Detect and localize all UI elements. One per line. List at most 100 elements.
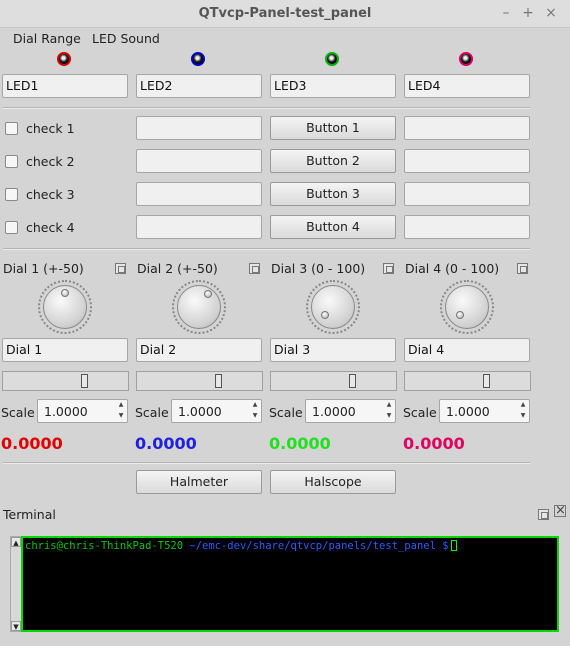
dial-1-indicator <box>61 289 69 297</box>
separator <box>3 248 530 250</box>
text-field-1a[interactable] <box>136 116 262 140</box>
menu-dial-range[interactable]: Dial Range <box>13 31 81 46</box>
dial-3-scale-value: 1.0000 <box>312 404 356 419</box>
dial-4-scale-label: Scale <box>403 405 437 420</box>
checkbox-4[interactable] <box>5 221 18 234</box>
dial-3-scale-spinbox[interactable]: 1.0000 ▲ ▼ <box>305 399 396 423</box>
window-title: QTvcp-Panel-test_panel <box>198 6 372 21</box>
dial-4-field[interactable]: Dial 4 <box>404 338 530 362</box>
check-3-label: check 3 <box>26 187 75 202</box>
dial-2-scale-label: Scale <box>135 405 169 420</box>
text-field-3a[interactable] <box>136 182 262 206</box>
dial-4-indicator <box>456 311 464 319</box>
dial-1-scale-value: 1.0000 <box>44 404 88 419</box>
dial-4-scale-value: 1.0000 <box>446 404 490 419</box>
dial-2-field[interactable]: Dial 2 <box>136 338 262 362</box>
dial-4-value: 0.0000 <box>403 434 465 453</box>
float-icon[interactable] <box>538 509 549 520</box>
dial-2-knob[interactable] <box>177 285 221 329</box>
text-field-3b[interactable] <box>404 182 530 206</box>
dial-3-slider[interactable] <box>270 371 397 391</box>
separator <box>3 462 530 464</box>
maximize-icon[interactable]: + <box>520 5 536 21</box>
dial-4-slider[interactable] <box>404 371 531 391</box>
led2-field[interactable]: LED2 <box>136 74 262 98</box>
scroll-down-icon[interactable]: ▼ <box>11 621 21 631</box>
terminal-cursor <box>450 540 457 551</box>
led-3 <box>325 52 339 66</box>
button-3[interactable]: Button 3 <box>270 182 396 206</box>
dial-2-indicator <box>204 290 212 298</box>
dial-3-title: Dial 3 (0 - 100) <box>271 261 366 276</box>
checkbox-1[interactable] <box>5 122 18 135</box>
button-2[interactable]: Button 2 <box>270 149 396 173</box>
dial-2-value: 0.0000 <box>135 434 197 453</box>
dial-2-scale-spinbox[interactable]: 1.0000 ▲ ▼ <box>171 399 262 423</box>
slider-handle[interactable] <box>349 374 356 388</box>
spin-down-icon[interactable]: ▼ <box>251 412 259 419</box>
led4-field[interactable]: LED4 <box>404 74 530 98</box>
check-1-label: check 1 <box>26 121 75 136</box>
text-field-2b[interactable] <box>404 149 530 173</box>
checkbox-3[interactable] <box>5 188 18 201</box>
text-field-1b[interactable] <box>404 116 530 140</box>
button-1[interactable]: Button 1 <box>270 116 396 140</box>
check-2-label: check 2 <box>26 154 75 169</box>
text-field-4b[interactable] <box>404 215 530 239</box>
led-2 <box>191 52 205 66</box>
dial-3-indicator <box>321 311 329 319</box>
dial-2-slider[interactable] <box>136 371 263 391</box>
spin-down-icon[interactable]: ▼ <box>117 412 125 419</box>
float-icon[interactable] <box>383 263 394 274</box>
led3-field[interactable]: LED3 <box>270 74 396 98</box>
dial-4-knob[interactable] <box>445 285 489 329</box>
dial-3-field[interactable]: Dial 3 <box>270 338 396 362</box>
spin-up-icon[interactable]: ▲ <box>117 401 125 408</box>
slider-handle[interactable] <box>215 374 222 388</box>
halmeter-button[interactable]: Halmeter <box>136 470 262 494</box>
dial-1-scale-label: Scale <box>1 405 35 420</box>
led-1 <box>57 52 71 66</box>
slider-handle[interactable] <box>483 374 490 388</box>
halscope-button[interactable]: Halscope <box>270 470 396 494</box>
title-bar: QTvcp-Panel-test_panel – + × <box>0 0 570 28</box>
checkbox-2[interactable] <box>5 155 18 168</box>
text-field-2a[interactable] <box>136 149 262 173</box>
dial-3-scale-label: Scale <box>269 405 303 420</box>
slider-handle[interactable] <box>81 374 88 388</box>
terminal-prompt-path: ~/emc-dev/share/qtvcp/panels/test_panel … <box>189 540 449 552</box>
menu-led-sound[interactable]: LED Sound <box>92 31 160 46</box>
dial-2-title: Dial 2 (+-50) <box>137 261 218 276</box>
spin-up-icon[interactable]: ▲ <box>385 401 393 408</box>
separator <box>3 107 530 109</box>
terminal-view[interactable]: chris@chris-ThinkPad-T520 ~/emc-dev/shar… <box>21 536 559 632</box>
minimize-icon[interactable]: – <box>498 5 514 21</box>
dial-1-title: Dial 1 (+-50) <box>3 261 84 276</box>
close-icon[interactable]: × <box>543 5 559 21</box>
dial-4-scale-spinbox[interactable]: 1.0000 ▲ ▼ <box>439 399 530 423</box>
terminal-title: Terminal <box>3 507 56 522</box>
spin-up-icon[interactable]: ▲ <box>251 401 259 408</box>
spin-down-icon[interactable]: ▼ <box>519 412 527 419</box>
led1-field[interactable]: LED1 <box>2 74 128 98</box>
close-icon[interactable]: × <box>554 504 566 517</box>
scroll-up-icon[interactable]: ▲ <box>11 537 21 547</box>
dial-1-slider[interactable] <box>2 371 129 391</box>
spin-down-icon[interactable]: ▼ <box>385 412 393 419</box>
dial-3-value: 0.0000 <box>269 434 331 453</box>
float-icon[interactable] <box>249 263 260 274</box>
dial-1-value: 0.0000 <box>1 434 63 453</box>
led-4 <box>459 52 473 66</box>
float-icon[interactable] <box>115 263 126 274</box>
dial-1-field[interactable]: Dial 1 <box>2 338 128 362</box>
dial-1-scale-spinbox[interactable]: 1.0000 ▲ ▼ <box>37 399 128 423</box>
dial-4-title: Dial 4 (0 - 100) <box>405 261 500 276</box>
spin-up-icon[interactable]: ▲ <box>519 401 527 408</box>
dial-2-scale-value: 1.0000 <box>178 404 222 419</box>
dial-3-knob[interactable] <box>311 285 355 329</box>
button-4[interactable]: Button 4 <box>270 215 396 239</box>
terminal-prompt-user: chris@chris-ThinkPad-T520 <box>25 540 184 552</box>
float-icon[interactable] <box>517 263 528 274</box>
check-4-label: check 4 <box>26 220 75 235</box>
text-field-4a[interactable] <box>136 215 262 239</box>
